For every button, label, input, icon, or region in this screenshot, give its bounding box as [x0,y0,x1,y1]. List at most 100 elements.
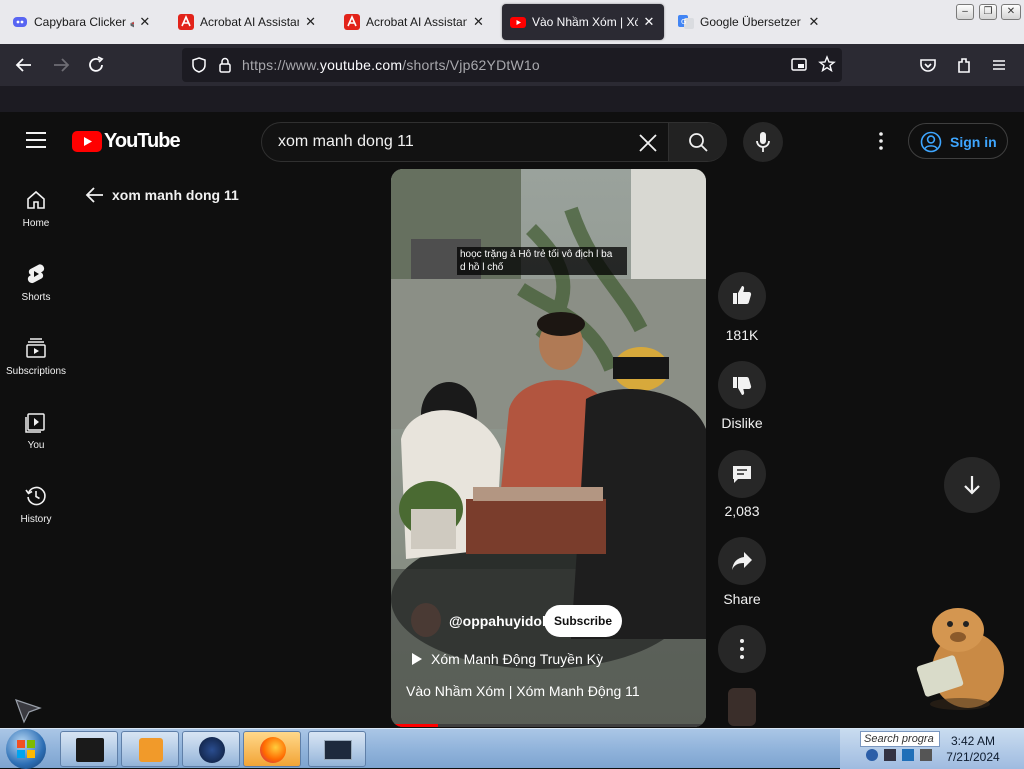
clock[interactable]: 3:42 AM 7/21/2024 [942,733,1004,765]
tab-youtube-active[interactable]: Vào Nhầm Xóm | Xóm ✕ [502,4,664,40]
like-button[interactable] [718,272,766,320]
voice-search-button[interactable] [743,122,783,162]
flag-icon[interactable] [920,749,932,761]
taskbar-app-media-player[interactable] [121,731,179,767]
url-bar[interactable]: https://www.youtube.com/shorts/Vjp62YDtW… [182,48,842,82]
network-icon[interactable] [866,749,878,761]
like-count: 181K [725,327,759,343]
app-cube-icon [76,738,104,762]
more-options-icon[interactable] [872,131,890,156]
tab-title: Google Übersetzer [700,15,801,29]
comment-count: 2,083 [724,503,760,519]
reload-icon[interactable] [85,54,107,76]
search-icon [688,132,708,157]
channel-name[interactable]: @oppahuyidol [449,613,546,629]
guide-menu-icon[interactable] [25,130,47,155]
account-icon [920,131,942,156]
clock-time: 3:42 AM [950,734,996,748]
thumbs-up-icon [733,286,752,304]
search-input[interactable]: xom manh dong 11 [278,133,414,151]
tab-capybara-clicker[interactable]: Capybara Clicker 🕹️ ✕ [4,4,160,40]
youtube-logo-text[interactable]: YouTube [104,130,181,153]
minimize-window-button[interactable]: – [956,4,974,20]
close-tab-icon[interactable]: ✕ [303,14,318,30]
share-button[interactable] [718,537,766,585]
taskbar-app-1[interactable] [60,731,118,767]
clear-search-icon[interactable] [634,129,662,157]
monitor-icon[interactable] [902,749,914,761]
start-button[interactable] [6,729,46,769]
url-path: /shorts/Vjp62YDtW1o [402,57,540,73]
page-top-strip [0,86,1024,112]
close-tab-icon[interactable]: ✕ [642,14,656,30]
share-label: Share [723,591,761,607]
browser-tab-strip: Capybara Clicker 🕹️ ✕ Acrobat AI Assista… [0,0,1024,44]
rail-item-subscriptions[interactable]: Subscriptions [0,336,72,398]
tab-acrobat-1[interactable]: Acrobat AI Assistant ✕ [170,4,326,40]
url-text[interactable]: https://www.youtube.com/shorts/Vjp62YDtW… [242,57,540,73]
dislike-label: Dislike [721,415,763,431]
rail-label: Home [22,218,50,229]
tab-google-translate[interactable]: G Google Übersetzer ✕ [670,4,830,40]
tab-acrobat-2[interactable]: Acrobat AI Assistant ✕ [336,4,494,40]
sound-avatar[interactable] [728,688,756,726]
microphone-icon [754,131,772,158]
back-arrow-icon[interactable] [84,184,106,209]
next-short-button[interactable] [944,457,1000,513]
playlist-link[interactable]: Xóm Manh Động Truyền Kỳ [431,651,603,667]
channel-avatar[interactable] [411,603,441,637]
shield-icon[interactable] [190,56,208,79]
search-button[interactable] [668,123,727,161]
globe-icon [199,737,225,763]
lock-icon[interactable] [216,56,234,79]
capybara-desktop-pet[interactable] [910,604,1010,712]
subscribe-button[interactable]: Subscribe [544,605,622,637]
taskbar-app-window[interactable] [308,731,366,767]
sign-in-button[interactable]: Sign in [908,123,1008,159]
rail-item-you[interactable]: You [0,410,72,472]
playlist-play-icon [411,652,423,671]
close-tab-icon[interactable]: ✕ [806,14,822,30]
more-actions-button[interactable] [718,625,766,673]
taskbar-search-input[interactable]: Search progra [860,731,940,747]
close-tab-icon[interactable]: ✕ [471,14,486,30]
shorts-video-player[interactable]: hoọc trặng ả Hô trẻ tối vô địch l ba d h… [391,169,706,727]
rail-item-history[interactable]: History [0,484,72,546]
search-box[interactable]: xom manh dong 11 [261,122,727,162]
app-window-icon [324,740,352,760]
close-window-button[interactable]: ✕ [1001,4,1021,20]
youtube-icon [510,14,526,30]
acrobat-icon [178,14,194,30]
home-icon [27,190,45,209]
sign-in-label: Sign in [950,134,997,150]
video-caption: hoọc trặng ả Hô trẻ tối vô địch l ba d h… [457,247,627,275]
rail-item-home[interactable]: Home [0,188,72,250]
rail-label: History [20,514,52,525]
dislike-button[interactable] [718,361,766,409]
picture-in-picture-icon[interactable] [790,56,808,79]
hamburger-menu-icon[interactable] [988,54,1010,76]
clock-date: 7/21/2024 [946,750,1000,764]
history-icon [25,486,46,506]
svg-text:G: G [681,18,686,26]
extensions-icon[interactable] [953,54,975,76]
firefox-icon [260,737,286,763]
restore-window-button[interactable]: ❐ [979,4,997,20]
taskbar-app-firefox[interactable] [243,731,301,767]
tab-title: Acrobat AI Assistant [366,15,467,29]
arrow-down-icon [964,476,980,495]
google-translate-icon: G [678,14,694,30]
you-icon [25,413,45,433]
volume-icon[interactable] [884,749,896,761]
rail-label: Shorts [21,292,51,303]
pocket-icon[interactable] [917,54,939,76]
tray-icons [866,749,936,765]
taskbar-app-globe[interactable] [182,731,240,767]
back-arrow-icon[interactable] [13,54,35,76]
bookmark-star-icon[interactable] [818,55,836,78]
comments-button[interactable] [718,450,766,498]
close-tab-icon[interactable]: ✕ [138,14,152,30]
youtube-logo-icon[interactable] [72,131,102,157]
rail-item-shorts[interactable]: Shorts [0,262,72,324]
forward-arrow-icon[interactable] [50,54,72,76]
